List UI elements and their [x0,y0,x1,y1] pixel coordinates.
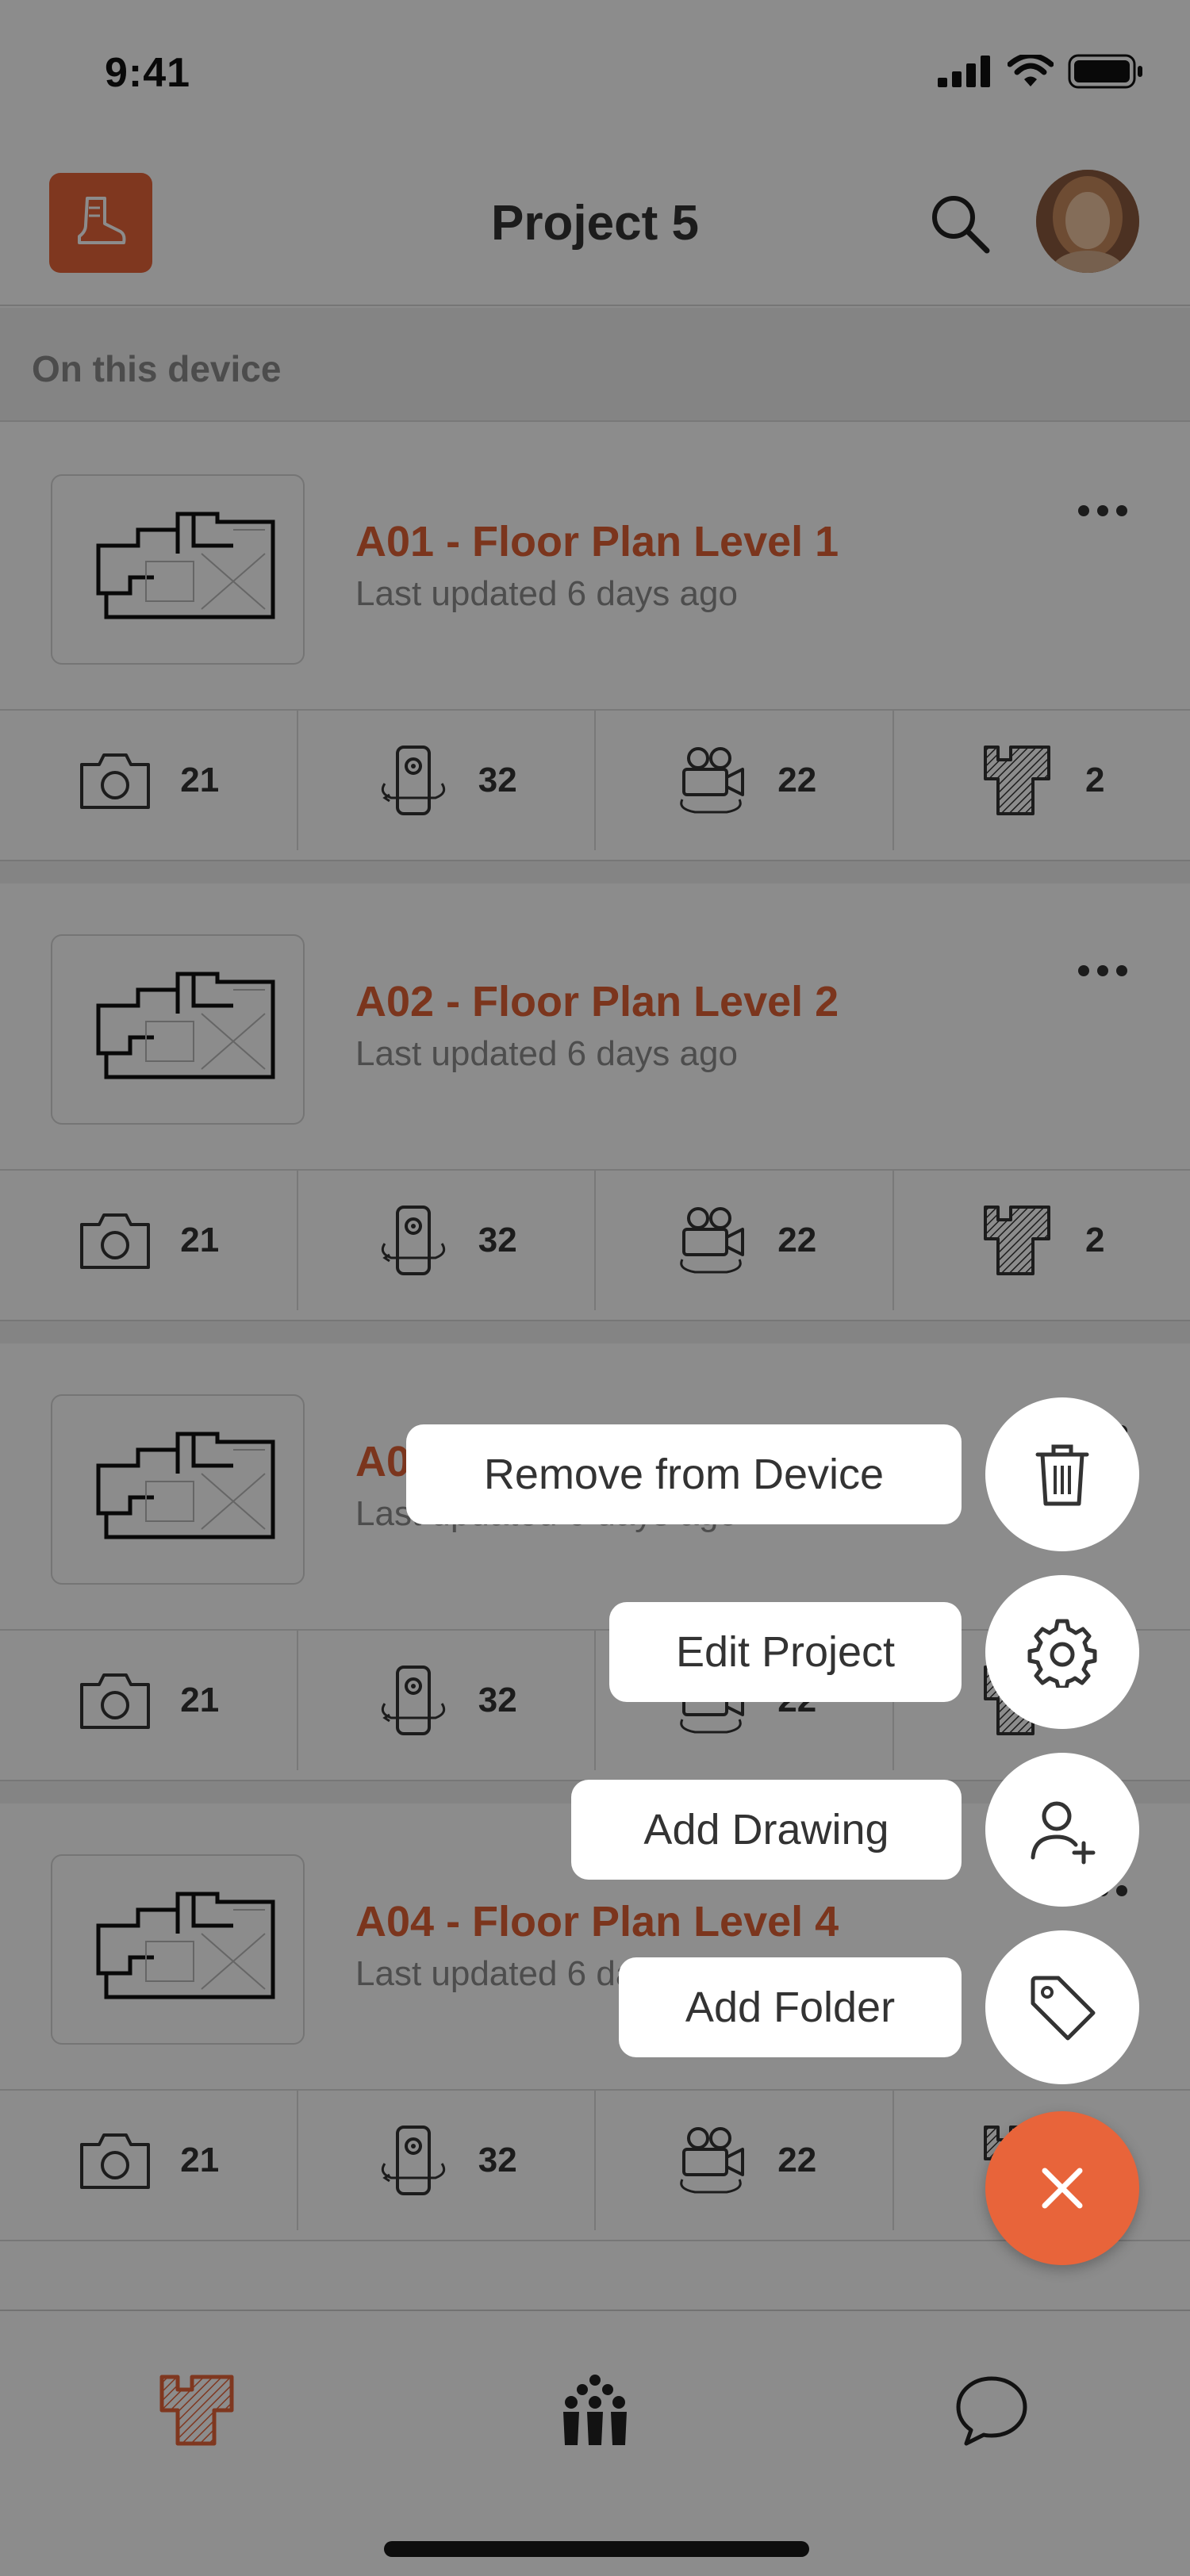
add-drawing-label[interactable]: Add Drawing [571,1780,962,1880]
close-icon [1042,2168,1083,2209]
edit-project-label[interactable]: Edit Project [609,1602,962,1702]
remove-from-device-button[interactable] [985,1397,1139,1551]
trash-icon [1035,1444,1089,1506]
add-folder-button[interactable] [985,1930,1139,2084]
edit-project-button[interactable] [985,1575,1139,1729]
add-folder-label[interactable]: Add Folder [619,1957,962,2057]
add-drawing-button[interactable] [985,1753,1139,1907]
remove-from-device-label[interactable]: Remove from Device [406,1424,962,1524]
close-menu-button[interactable] [985,2111,1139,2265]
gear-icon [1027,1619,1097,1688]
add-user-icon [1031,1801,1096,1865]
tag-icon [1031,1976,1096,2041]
